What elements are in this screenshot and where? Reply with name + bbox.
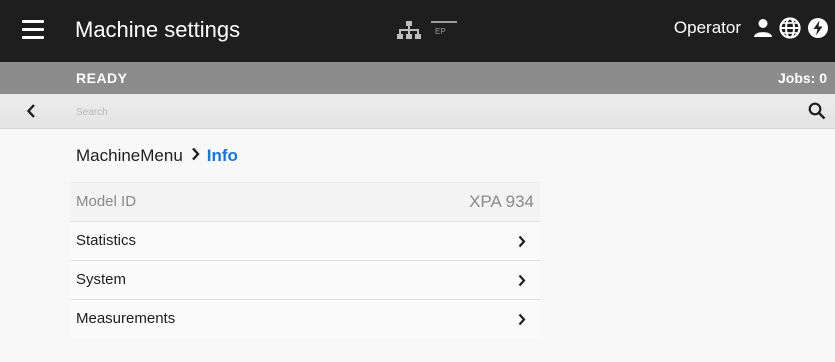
jobs-count: Jobs: 0	[777, 70, 827, 86]
list-item-statistics[interactable]: Statistics	[70, 221, 540, 260]
top-bar: Machine settings EP Operator	[0, 0, 835, 62]
breadcrumb-current: Info	[206, 145, 238, 165]
status-bar: READY Jobs: 0	[0, 62, 835, 94]
search-icon[interactable]	[808, 102, 826, 125]
list-item-measurements[interactable]: Measurements	[70, 299, 540, 338]
list-item-label: System	[76, 271, 127, 288]
power-icon[interactable]	[807, 17, 829, 39]
globe-icon[interactable]	[779, 17, 801, 39]
hamburger-menu-icon[interactable]	[22, 20, 44, 40]
model-id-label: Model ID	[76, 193, 137, 210]
page-title: Machine settings	[75, 17, 241, 42]
chevron-right-icon	[191, 145, 200, 166]
network-icon	[397, 21, 421, 39]
user-area: Operator	[674, 17, 829, 39]
chevron-right-icon	[518, 313, 526, 326]
search-input[interactable]	[74, 100, 768, 124]
machine-status: READY	[76, 70, 128, 86]
model-id-value: XPA 934	[469, 192, 534, 211]
list-item-label: Measurements	[76, 310, 176, 327]
chevron-left-icon[interactable]	[26, 103, 36, 124]
list-item-system[interactable]: System	[70, 260, 540, 299]
ep-label: EP	[435, 27, 446, 36]
list-item-label: Statistics	[76, 232, 137, 249]
info-list: Model ID XPA 934 Statistics System Measu…	[70, 182, 540, 338]
model-id-row: Model ID XPA 934	[70, 182, 540, 221]
search-bar	[0, 94, 835, 129]
user-name: Operator	[673, 18, 741, 37]
chevron-right-icon	[518, 235, 526, 248]
breadcrumb: MachineMenu Info	[76, 145, 238, 166]
breadcrumb-parent[interactable]: MachineMenu	[76, 146, 183, 166]
ep-icon: EP	[431, 21, 457, 36]
person-icon[interactable]	[753, 18, 773, 38]
chevron-right-icon	[518, 274, 526, 287]
